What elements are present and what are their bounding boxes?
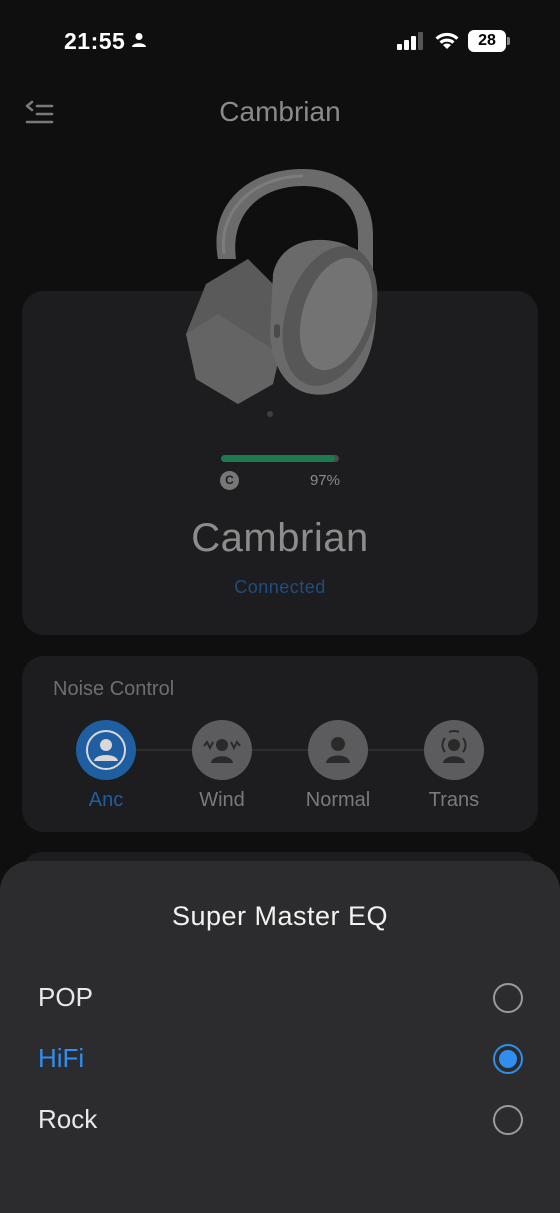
radio-button-selected[interactable] [493,1044,523,1074]
wifi-icon [435,32,459,49]
person-icon [132,33,146,47]
eq-option-rock[interactable]: Rock [0,1088,560,1150]
eq-option-pop[interactable]: POP [0,966,560,1028]
noise-mode-label: Trans [428,789,480,811]
eq-option-hifi[interactable]: HiFi [0,1027,560,1089]
noise-mode-label: Anc [88,789,124,811]
cellular-signal-icon [397,32,423,50]
device-battery-fill [221,455,336,462]
radio-button[interactable] [493,983,523,1013]
connection-status: Connected [234,577,326,597]
battery-level-text: 28 [478,32,496,49]
anc-icon [86,730,126,770]
eq-option-label: HiFi [38,1043,85,1073]
device-battery-percent: 97% [309,472,340,489]
status-bar: 21:55 28 [0,0,560,84]
battery-tip [507,37,510,45]
noise-control-title: Noise Control [53,678,175,700]
page-title: Cambrian [219,96,341,127]
normal-icon [326,737,350,763]
radio-button[interactable] [493,1105,523,1135]
battery-indicator: 28 [468,30,506,52]
eq-sheet-title: Super Master EQ [171,901,389,931]
case-badge: C [220,471,239,490]
noise-mode-label: Normal [305,789,371,811]
headphones-image [186,169,378,417]
wind-icon [203,739,241,763]
noise-mode-normal[interactable]: Normal [278,720,398,812]
transparency-icon [441,730,467,763]
status-time: 21:55 [64,28,126,54]
noise-mode-label: Wind [199,789,245,811]
eq-option-label: POP [38,982,93,1012]
device-name: Cambrian [191,516,369,560]
eq-option-label: Rock [38,1104,98,1134]
noise-mode-trans[interactable]: Trans [394,720,514,812]
noise-mode-wind[interactable]: Wind [162,720,282,812]
device-battery-bar [221,455,339,462]
noise-mode-anc[interactable]: Anc [46,720,166,812]
